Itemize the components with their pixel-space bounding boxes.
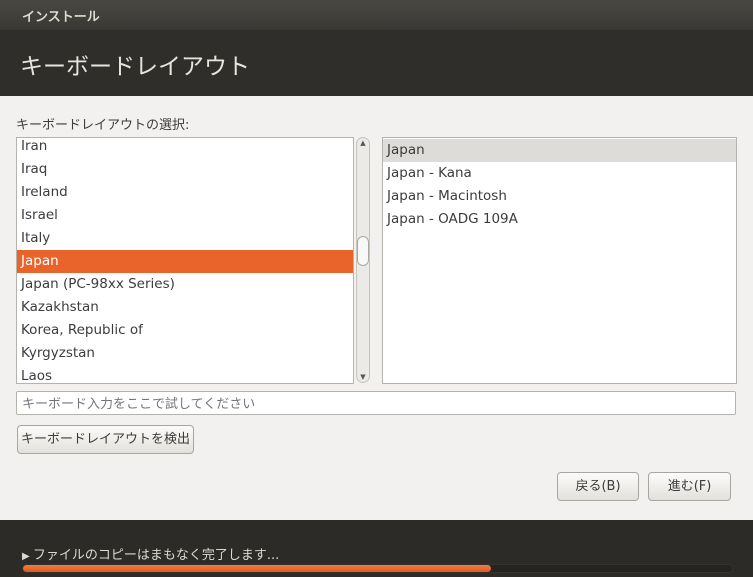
progress-bar [22,564,733,573]
variant-list[interactable]: Japan Japan - Kana Japan - Macintosh Japan … [382,137,737,384]
layout-item[interactable]: Japan (PC-98xx Series) [17,273,353,296]
scroll-up-icon[interactable]: ▲ [357,139,369,147]
layout-item[interactable]: Laos [17,365,353,383]
window-title: インストール [0,0,753,30]
status-text: ファイルのコピーはまもなく完了します... [32,548,280,563]
expander-triangle-icon: ▶ [22,551,33,562]
layout-item[interactable]: Iran [17,138,353,158]
progress-fill [23,565,491,572]
back-button[interactable]: 戻る(B) [557,472,639,501]
layout-item[interactable]: Kyrgyzstan [17,342,353,365]
layout-label: キーボードレイアウトの選択: [16,118,190,133]
layout-item[interactable]: Israel [17,204,353,227]
layout-list[interactable]: Iran Iraq Ireland Israel Italy Japan Japan (PC… [16,137,354,384]
variant-item[interactable]: Japan - Kana [383,162,736,185]
layout-item[interactable]: Japan [17,250,353,273]
layout-item[interactable]: Ireland [17,181,353,204]
layout-item[interactable]: Kazakhstan [17,296,353,319]
variant-item[interactable]: Japan - Macintosh [383,185,736,208]
layout-item[interactable]: Iraq [17,158,353,181]
variant-item[interactable]: Japan [383,139,736,162]
scrollbar-thumb[interactable] [357,236,369,266]
keyboard-test-input[interactable] [16,391,736,415]
next-button[interactable]: 進む(F) [648,472,731,501]
scroll-down-icon[interactable]: ▼ [357,373,369,381]
layout-item[interactable]: Korea, Republic of [17,319,353,342]
layout-list-scrollbar[interactable]: ▲ ▼ [356,137,370,383]
detect-layout-button[interactable]: キーボードレイアウトを検出 [17,425,194,454]
status-expander[interactable]: ▶ ファイルのコピーはまもなく完了します... [22,544,279,563]
variant-item[interactable]: Japan - OADG 109A [383,208,736,231]
layout-item[interactable]: Italy [17,227,353,250]
page-title: キーボードレイアウト [0,30,753,96]
